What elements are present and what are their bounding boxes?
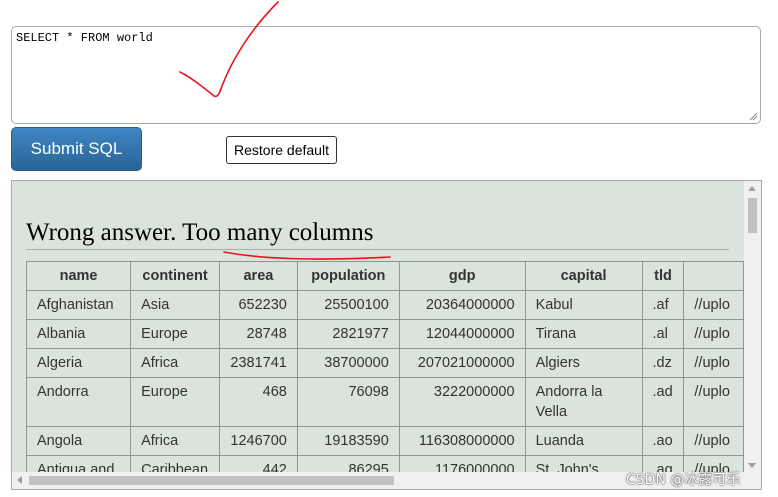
cell-gdp: 20364000000 xyxy=(398,290,526,320)
column-header-capital: capital xyxy=(524,261,643,291)
cell-population: 86295 xyxy=(296,455,400,473)
cell-name: Andorra xyxy=(25,377,132,427)
cell-capital: St. John's xyxy=(524,455,643,473)
vertical-scrollbar[interactable] xyxy=(744,181,761,473)
cell-tld: .ad xyxy=(641,377,685,427)
cell-capital: Kabul xyxy=(524,290,643,320)
cell-name: Algeria xyxy=(25,348,132,378)
cell-continent: Europe xyxy=(130,319,220,349)
table-header-row: name continent area population gdp capit… xyxy=(25,261,744,291)
cell-flag: //uplo xyxy=(683,348,744,378)
cell-population: 38700000 xyxy=(296,348,400,378)
table-row: Afghanistan Asia 652230 25500100 2036400… xyxy=(25,290,744,320)
scroll-down-arrow-icon[interactable] xyxy=(748,463,756,468)
sql-editor[interactable]: SELECT * FROM world xyxy=(11,26,761,124)
cell-continent: Asia xyxy=(130,290,220,320)
column-header-area: area xyxy=(218,261,298,291)
restore-default-button[interactable]: Restore default xyxy=(226,136,337,164)
cell-tld: .al xyxy=(641,319,685,349)
column-header-population: population xyxy=(296,261,400,291)
cell-gdp: 12044000000 xyxy=(398,319,526,349)
cell-area: 2381741 xyxy=(218,348,298,378)
cell-flag: //uplo xyxy=(683,377,744,427)
cell-name: Angola xyxy=(25,426,132,456)
result-content: Wrong answer. Too many columns name cont… xyxy=(12,181,744,473)
csdn-watermark: CSDN @冰露可乐 xyxy=(626,472,741,488)
cell-area: 1246700 xyxy=(218,426,298,456)
cell-flag: //uplo xyxy=(683,290,744,320)
cell-capital: Tirana xyxy=(524,319,643,349)
cell-continent: Caribbean xyxy=(130,455,220,473)
cell-population: 25500100 xyxy=(296,290,400,320)
cell-name: Antigua and xyxy=(25,455,132,473)
result-table: name continent area population gdp capit… xyxy=(25,261,744,473)
cell-name: Albania xyxy=(25,319,132,349)
submit-sql-button[interactable]: Submit SQL xyxy=(11,127,142,171)
cell-population: 19183590 xyxy=(296,426,400,456)
cell-capital: Andorra la Vella xyxy=(524,377,643,427)
table-row: Albania Europe 28748 2821977 12044000000… xyxy=(25,319,744,349)
table-row: Angola Africa 1246700 19183590 116308000… xyxy=(25,426,744,456)
cell-gdp: 116308000000 xyxy=(398,426,526,456)
cell-area: 442 xyxy=(218,455,298,473)
cell-gdp: 207021000000 xyxy=(398,348,526,378)
scroll-left-arrow-icon[interactable] xyxy=(17,476,22,484)
cell-name: Afghanistan xyxy=(25,290,132,320)
cell-tld: .af xyxy=(641,290,685,320)
cell-area: 652230 xyxy=(218,290,298,320)
cell-continent: Europe xyxy=(130,377,220,427)
vertical-scroll-thumb[interactable] xyxy=(748,198,757,233)
column-header-gdp: gdp xyxy=(398,261,526,291)
table-row: Algeria Africa 2381741 38700000 20702100… xyxy=(25,348,744,378)
horizontal-scroll-thumb[interactable] xyxy=(29,476,394,485)
cell-capital: Luanda xyxy=(524,426,643,456)
table-row: Andorra Europe 468 76098 3222000000 Ando… xyxy=(25,377,744,427)
result-panel[interactable]: Wrong answer. Too many columns name cont… xyxy=(11,180,762,490)
result-message: Wrong answer. Too many columns xyxy=(26,219,729,250)
cell-gdp: 3222000000 xyxy=(398,377,526,427)
cell-tld: .ao xyxy=(641,426,685,456)
cell-population: 76098 xyxy=(296,377,400,427)
column-header-flag xyxy=(683,261,744,291)
cell-capital: Algiers xyxy=(524,348,643,378)
resize-grip-icon[interactable] xyxy=(748,111,758,121)
cell-tld: .dz xyxy=(641,348,685,378)
cell-area: 28748 xyxy=(218,319,298,349)
column-header-tld: tld xyxy=(641,261,685,291)
column-header-continent: continent xyxy=(130,261,220,291)
cell-flag: //uplo xyxy=(683,319,744,349)
cell-area: 468 xyxy=(218,377,298,427)
cell-continent: Africa xyxy=(130,426,220,456)
column-header-name: name xyxy=(25,261,132,291)
cell-gdp: 1176000000 xyxy=(398,455,526,473)
cell-continent: Africa xyxy=(130,348,220,378)
cell-flag: //uplo xyxy=(683,426,744,456)
cell-population: 2821977 xyxy=(296,319,400,349)
scroll-corner xyxy=(744,472,761,489)
scroll-up-arrow-icon[interactable] xyxy=(748,186,756,191)
